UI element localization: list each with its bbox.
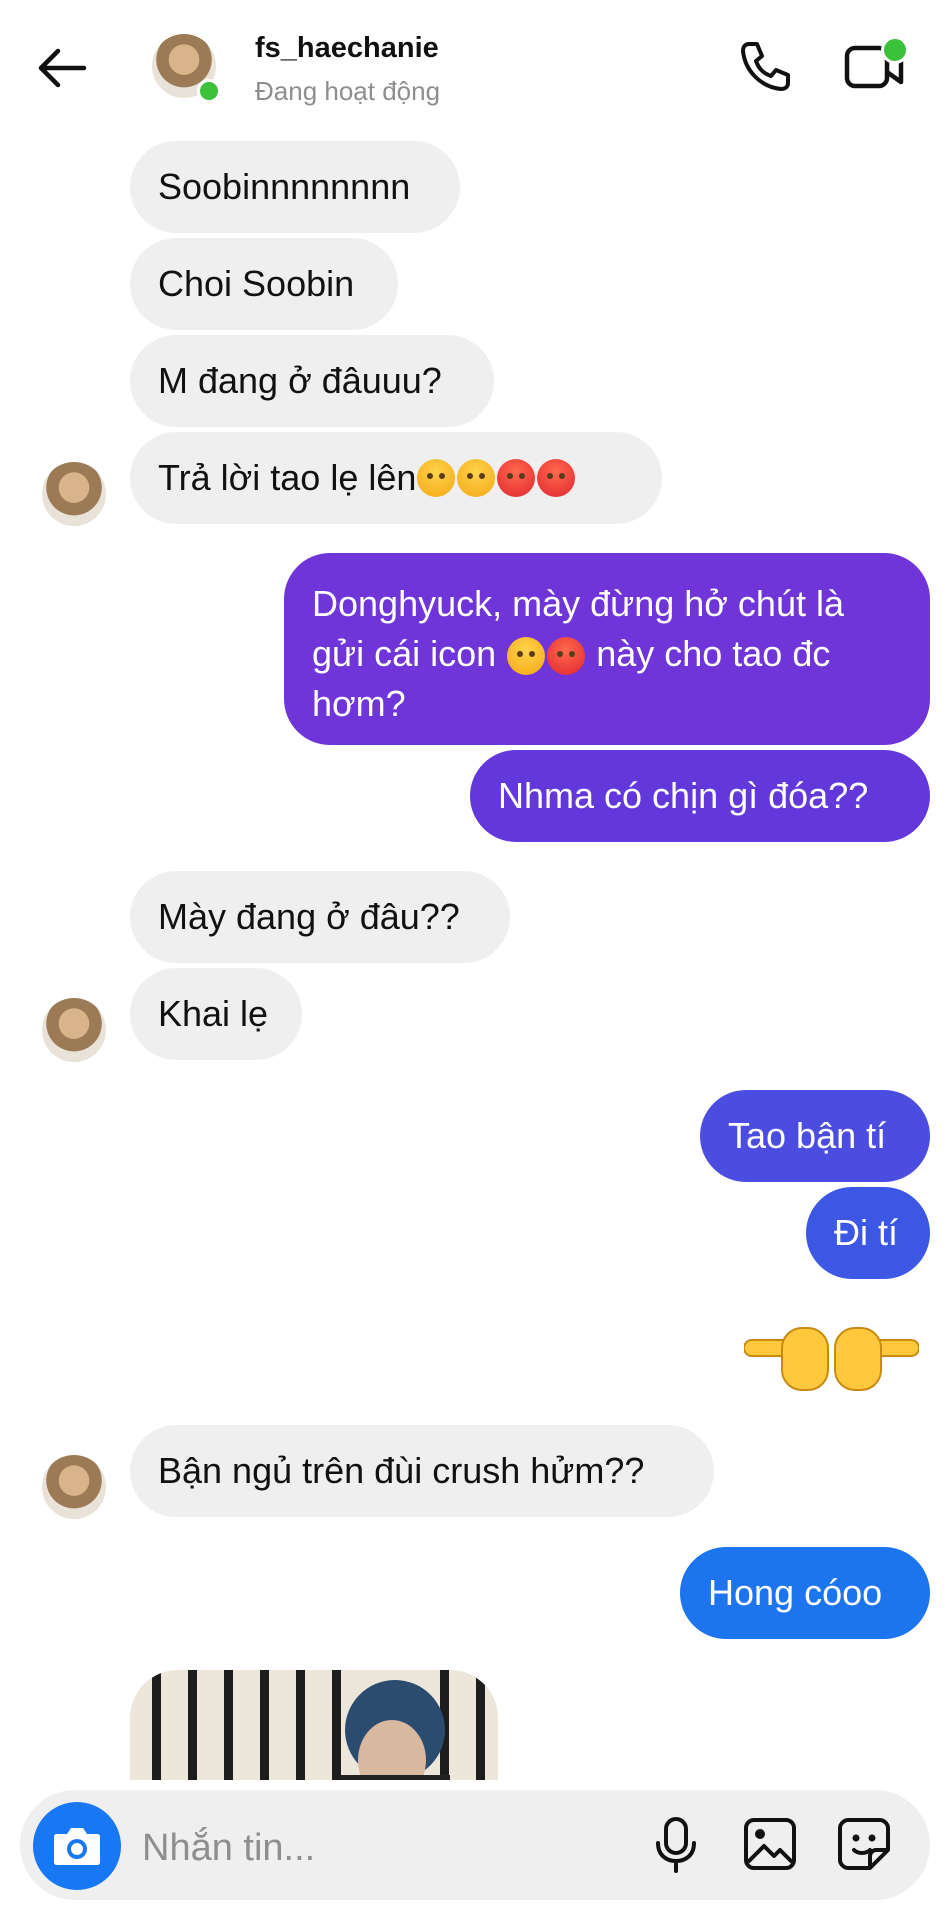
angry-emoji-icon xyxy=(507,637,546,676)
online-status-dot xyxy=(197,79,221,103)
message-outgoing[interactable]: Nhma có chịn gì đóa?? xyxy=(470,750,930,842)
message-outgoing[interactable]: Hong cóoo xyxy=(680,1547,930,1639)
angry-emoji-icon xyxy=(457,459,496,497)
message-text: Mày đang ở đâu?? xyxy=(158,896,460,937)
message-outgoing[interactable]: Tao bận tí xyxy=(700,1090,930,1182)
message-incoming[interactable]: Bận ngủ trên đùi crush hửm?? xyxy=(130,1425,714,1517)
message-text: Khai lẹ xyxy=(158,993,269,1034)
sender-avatar[interactable] xyxy=(42,1455,106,1519)
phone-call-icon[interactable] xyxy=(735,36,795,96)
message-input[interactable] xyxy=(140,1822,614,1874)
rage-emoji-icon xyxy=(547,637,586,676)
message-outgoing[interactable]: Đi tí xyxy=(806,1187,930,1279)
photo-message[interactable] xyxy=(130,1670,498,1790)
sender-avatar[interactable] xyxy=(42,998,106,1062)
message-incoming[interactable]: Khai lẹ xyxy=(130,968,302,1060)
camera-icon xyxy=(54,1828,100,1865)
message-text: Soobinnnnnnnn xyxy=(158,166,411,207)
rage-emoji-icon xyxy=(537,459,576,497)
rage-emoji-icon xyxy=(497,459,536,497)
microphone-icon[interactable] xyxy=(650,1815,702,1875)
back-arrow-icon[interactable] xyxy=(32,38,92,98)
message-text: Đi tí xyxy=(834,1212,899,1253)
sticker-icon[interactable] xyxy=(836,1816,892,1872)
message-incoming[interactable]: Choi Soobin xyxy=(130,238,398,330)
contact-username[interactable]: fs_haechanie xyxy=(255,32,439,65)
video-active-dot xyxy=(881,36,909,64)
message-text: Trả lời tao lẹ lên xyxy=(158,457,417,498)
sender-avatar[interactable] xyxy=(42,462,106,526)
message-incoming[interactable]: Soobinnnnnnnn xyxy=(130,141,460,233)
message-incoming[interactable]: M đang ở đâuuu? xyxy=(130,335,494,427)
gallery-icon[interactable] xyxy=(742,1816,798,1872)
message-text: Tao bận tí xyxy=(728,1115,887,1156)
message-text: Hong cóoo xyxy=(708,1572,883,1613)
message-incoming[interactable]: Trả lời tao lẹ lên xyxy=(130,432,662,524)
angry-emoji-icon xyxy=(417,459,456,497)
photo-content xyxy=(130,1670,498,1790)
contact-active-status: Đang hoạt động xyxy=(255,76,441,106)
message-incoming[interactable]: Mày đang ở đâu?? xyxy=(130,871,510,963)
chat-header: fs_haechanie Đang hoạt động xyxy=(0,0,949,135)
message-text: M đang ở đâuuu? xyxy=(158,360,442,401)
message-text: Donghyuck, mày đừng hở chút là gửi cái i… xyxy=(312,583,844,724)
message-outgoing[interactable]: Donghyuck, mày đừng hở chút là gửi cái i… xyxy=(284,553,930,745)
message-text: Choi Soobin xyxy=(158,263,355,304)
message-text: Bận ngủ trên đùi crush hửm?? xyxy=(158,1450,645,1491)
pointing-right-hand-icon xyxy=(834,1327,919,1391)
message-text: Nhma có chịn gì đóa?? xyxy=(498,775,869,816)
camera-button[interactable] xyxy=(33,1802,121,1890)
pointing-hands-emoji[interactable] xyxy=(744,1312,919,1396)
pointing-left-hand-icon xyxy=(744,1327,829,1391)
